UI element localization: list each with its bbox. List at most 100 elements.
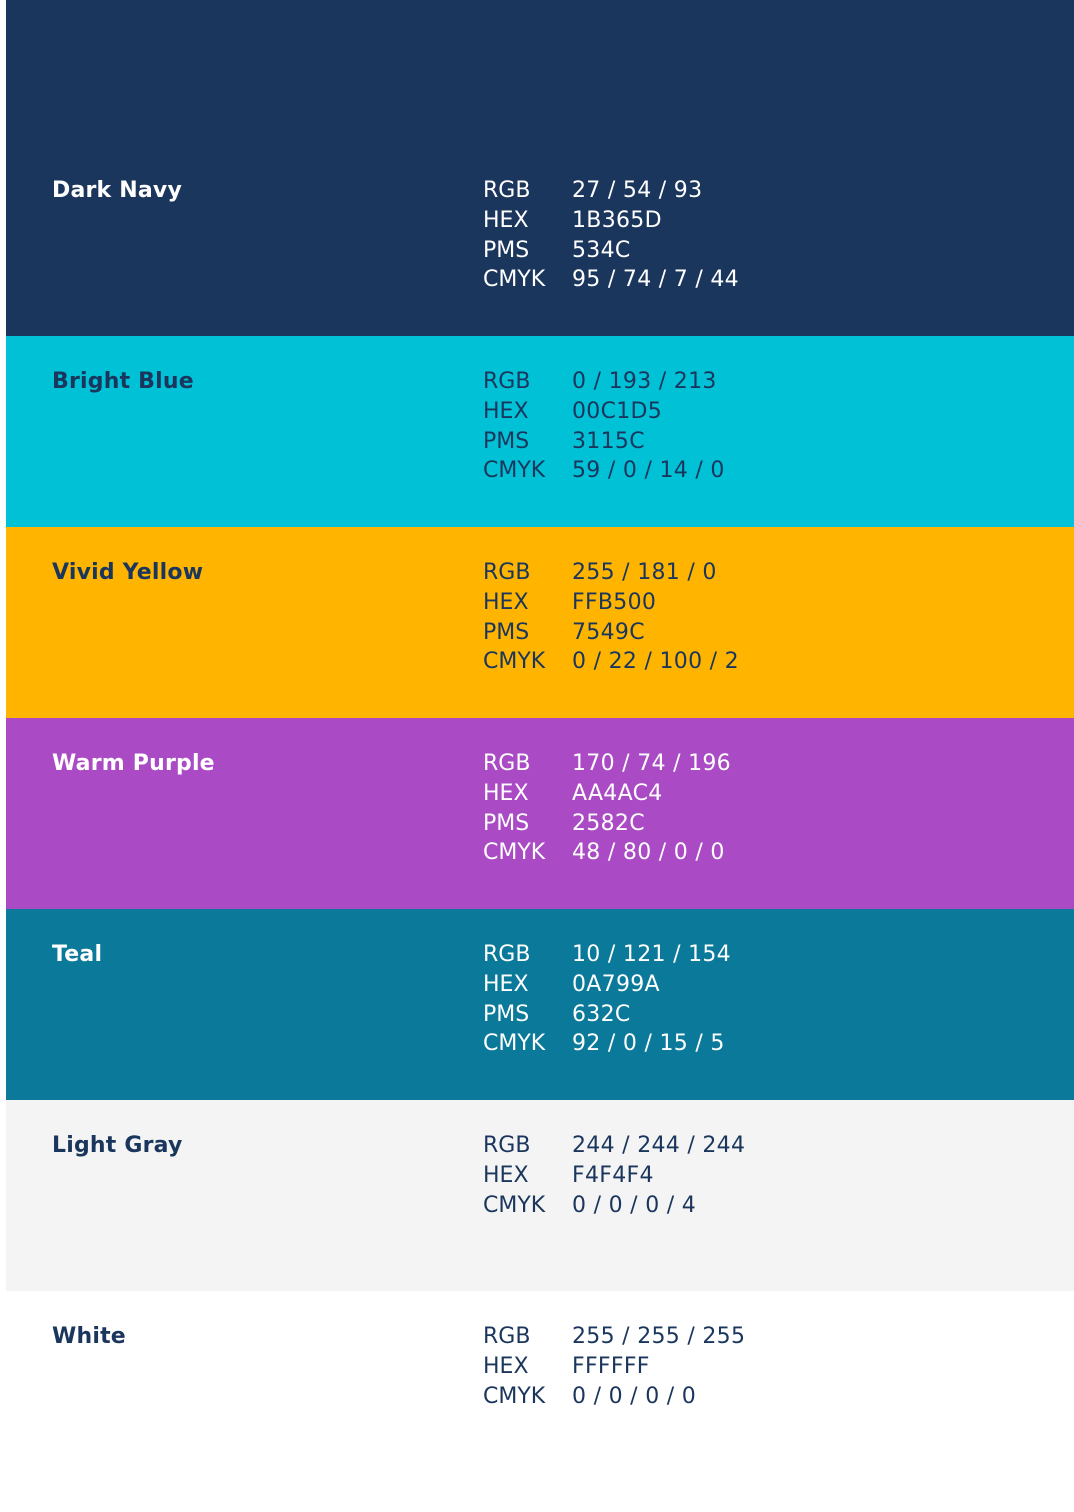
spec-label: PMS (483, 1001, 530, 1027)
spec-value: 92 / 0 / 15 / 5 (572, 1031, 725, 1057)
spec-value: 244 / 244 / 244 (572, 1133, 746, 1158)
spec-value: FFFFFF (572, 1353, 650, 1379)
swatch-name: Warm Purple (52, 751, 215, 776)
spec-value: 0 / 22 / 100 / 2 (572, 649, 739, 675)
color-palette: Dark Navy RGB 27 / 54 / 93 HEX 1B365D PMS 534C… (6, 0, 1074, 1511)
spec-value: 0A799A (572, 971, 660, 997)
spec-label: HEX (483, 780, 529, 806)
spec-label: CMYK (483, 1383, 546, 1409)
spec-row: RGB 170 / 74 / 196 (483, 749, 731, 779)
spec-label: CMYK (483, 1192, 546, 1218)
spec-row: HEX 1B365D (483, 206, 739, 236)
color-swatch: Bright Blue RGB 0 / 193 / 213 HEX 00C1D5 PMS 3… (6, 336, 1074, 527)
spec-value: 0 / 0 / 0 / 4 (572, 1192, 697, 1218)
spec-label: HEX (483, 398, 529, 424)
spec-row: PMS 632C (483, 1000, 731, 1030)
spec-value: 170 / 74 / 196 (572, 751, 731, 776)
spec-label: RGB (483, 1324, 531, 1349)
spec-value: AA4AC4 (572, 780, 663, 806)
spec-row: PMS 2582C (483, 809, 731, 839)
spec-row: RGB 255 / 181 / 0 (483, 558, 739, 588)
swatch-name: Light Gray (52, 1133, 183, 1158)
spec-row: RGB 244 / 244 / 244 (483, 1131, 745, 1161)
spec-row: CMYK 59 / 0 / 14 / 0 (483, 456, 725, 486)
spec-label: PMS (483, 428, 530, 454)
color-specs: RGB 255 / 181 / 0 HEX FFB500 PMS 7549C CMYK 0 /… (483, 558, 739, 677)
spec-label: RGB (483, 942, 531, 967)
spec-value: 1B365D (572, 207, 662, 233)
color-specs: RGB 255 / 255 / 255 HEX FFFFFF CMYK 0 / 0 / 0… (483, 1322, 745, 1411)
spec-row: RGB 27 / 54 / 93 (483, 176, 739, 206)
spec-row: CMYK 92 / 0 / 15 / 5 (483, 1029, 731, 1059)
spec-label: CMYK (483, 649, 546, 675)
spec-value: 0 / 193 / 213 (572, 369, 717, 394)
spec-value: 2582C (572, 810, 645, 836)
spec-row: PMS 7549C (483, 618, 739, 648)
spec-label: RGB (483, 1133, 531, 1158)
spec-label: CMYK (483, 840, 546, 866)
spec-label: HEX (483, 971, 529, 997)
spec-value: 534C (572, 237, 631, 263)
color-specs: RGB 244 / 244 / 244 HEX F4F4F4 CMYK 0 / 0 / 0… (483, 1131, 745, 1220)
spec-row: HEX F4F4F4 (483, 1161, 745, 1191)
spec-label: HEX (483, 1162, 529, 1188)
spec-label: HEX (483, 589, 529, 615)
color-specs: RGB 27 / 54 / 93 HEX 1B365D PMS 534C CMYK 95 / … (483, 176, 739, 295)
color-specs: RGB 0 / 193 / 213 HEX 00C1D5 PMS 3115C CMYK 59 … (483, 367, 725, 486)
spec-row: RGB 255 / 255 / 255 (483, 1322, 745, 1352)
spec-label: RGB (483, 178, 531, 203)
spec-row: CMYK 0 / 0 / 0 / 0 (483, 1382, 745, 1412)
spec-label: RGB (483, 369, 531, 394)
spec-row: CMYK 0 / 22 / 100 / 2 (483, 647, 739, 677)
spec-row: CMYK 48 / 80 / 0 / 0 (483, 838, 731, 868)
color-swatch: White RGB 255 / 255 / 255 HEX FFFFFF CMYK 0 / … (6, 1291, 1074, 1511)
spec-value: 7549C (572, 619, 645, 645)
color-swatch: Teal RGB 10 / 121 / 154 HEX 0A799A PMS 632C CMY… (6, 909, 1074, 1100)
spec-label: CMYK (483, 458, 546, 484)
spec-row: CMYK 95 / 74 / 7 / 44 (483, 265, 739, 295)
spec-label: CMYK (483, 1031, 546, 1057)
color-specs: RGB 10 / 121 / 154 HEX 0A799A PMS 632C CMYK 92 … (483, 940, 731, 1059)
spec-row: RGB 0 / 193 / 213 (483, 367, 725, 397)
spec-row: PMS 534C (483, 236, 739, 266)
spec-row: HEX FFFFFF (483, 1352, 745, 1382)
spec-row: HEX 00C1D5 (483, 397, 725, 427)
spec-value: 0 / 0 / 0 / 0 (572, 1383, 697, 1409)
swatch-name: Vivid Yellow (52, 560, 204, 585)
spec-label: RGB (483, 560, 531, 585)
spec-value: F4F4F4 (572, 1162, 654, 1188)
spec-label: CMYK (483, 267, 546, 293)
color-specs: RGB 170 / 74 / 196 HEX AA4AC4 PMS 2582C CMYK 48… (483, 749, 731, 868)
color-swatch: Vivid Yellow RGB 255 / 181 / 0 HEX FFB500 PMS… (6, 527, 1074, 718)
spec-label: HEX (483, 1353, 529, 1379)
swatch-name: Dark Navy (52, 178, 182, 203)
swatch-name: White (52, 1324, 126, 1349)
spec-value: 10 / 121 / 154 (572, 942, 731, 967)
spec-value: 27 / 54 / 93 (572, 178, 703, 203)
color-swatch: Warm Purple RGB 170 / 74 / 196 HEX AA4AC4 PMS… (6, 718, 1074, 909)
spec-value: 255 / 255 / 255 (572, 1324, 746, 1349)
swatch-name: Teal (52, 942, 103, 967)
spec-row: RGB 10 / 121 / 154 (483, 940, 731, 970)
spec-value: 632C (572, 1001, 631, 1027)
spec-value: 255 / 181 / 0 (572, 560, 717, 585)
spec-row: HEX AA4AC4 (483, 779, 731, 809)
spec-row: PMS 3115C (483, 427, 725, 457)
spec-label: PMS (483, 237, 530, 263)
spec-label: RGB (483, 751, 531, 776)
color-swatch: Light Gray RGB 244 / 244 / 244 HEX F4F4F4 CMY… (6, 1100, 1074, 1291)
spec-label: HEX (483, 207, 529, 233)
spec-row: HEX 0A799A (483, 970, 731, 1000)
spec-label: PMS (483, 810, 530, 836)
spec-value: 00C1D5 (572, 398, 663, 424)
spec-value: 48 / 80 / 0 / 0 (572, 840, 725, 866)
spec-row: HEX FFB500 (483, 588, 739, 618)
spec-value: 59 / 0 / 14 / 0 (572, 458, 725, 484)
color-swatch: Dark Navy RGB 27 / 54 / 93 HEX 1B365D PMS 534C… (6, 0, 1074, 336)
spec-row: CMYK 0 / 0 / 0 / 4 (483, 1191, 745, 1221)
spec-label: PMS (483, 619, 530, 645)
spec-value: 95 / 74 / 7 / 44 (572, 267, 739, 293)
spec-value: 3115C (572, 428, 645, 454)
swatch-name: Bright Blue (52, 369, 194, 394)
spec-value: FFB500 (572, 589, 657, 615)
